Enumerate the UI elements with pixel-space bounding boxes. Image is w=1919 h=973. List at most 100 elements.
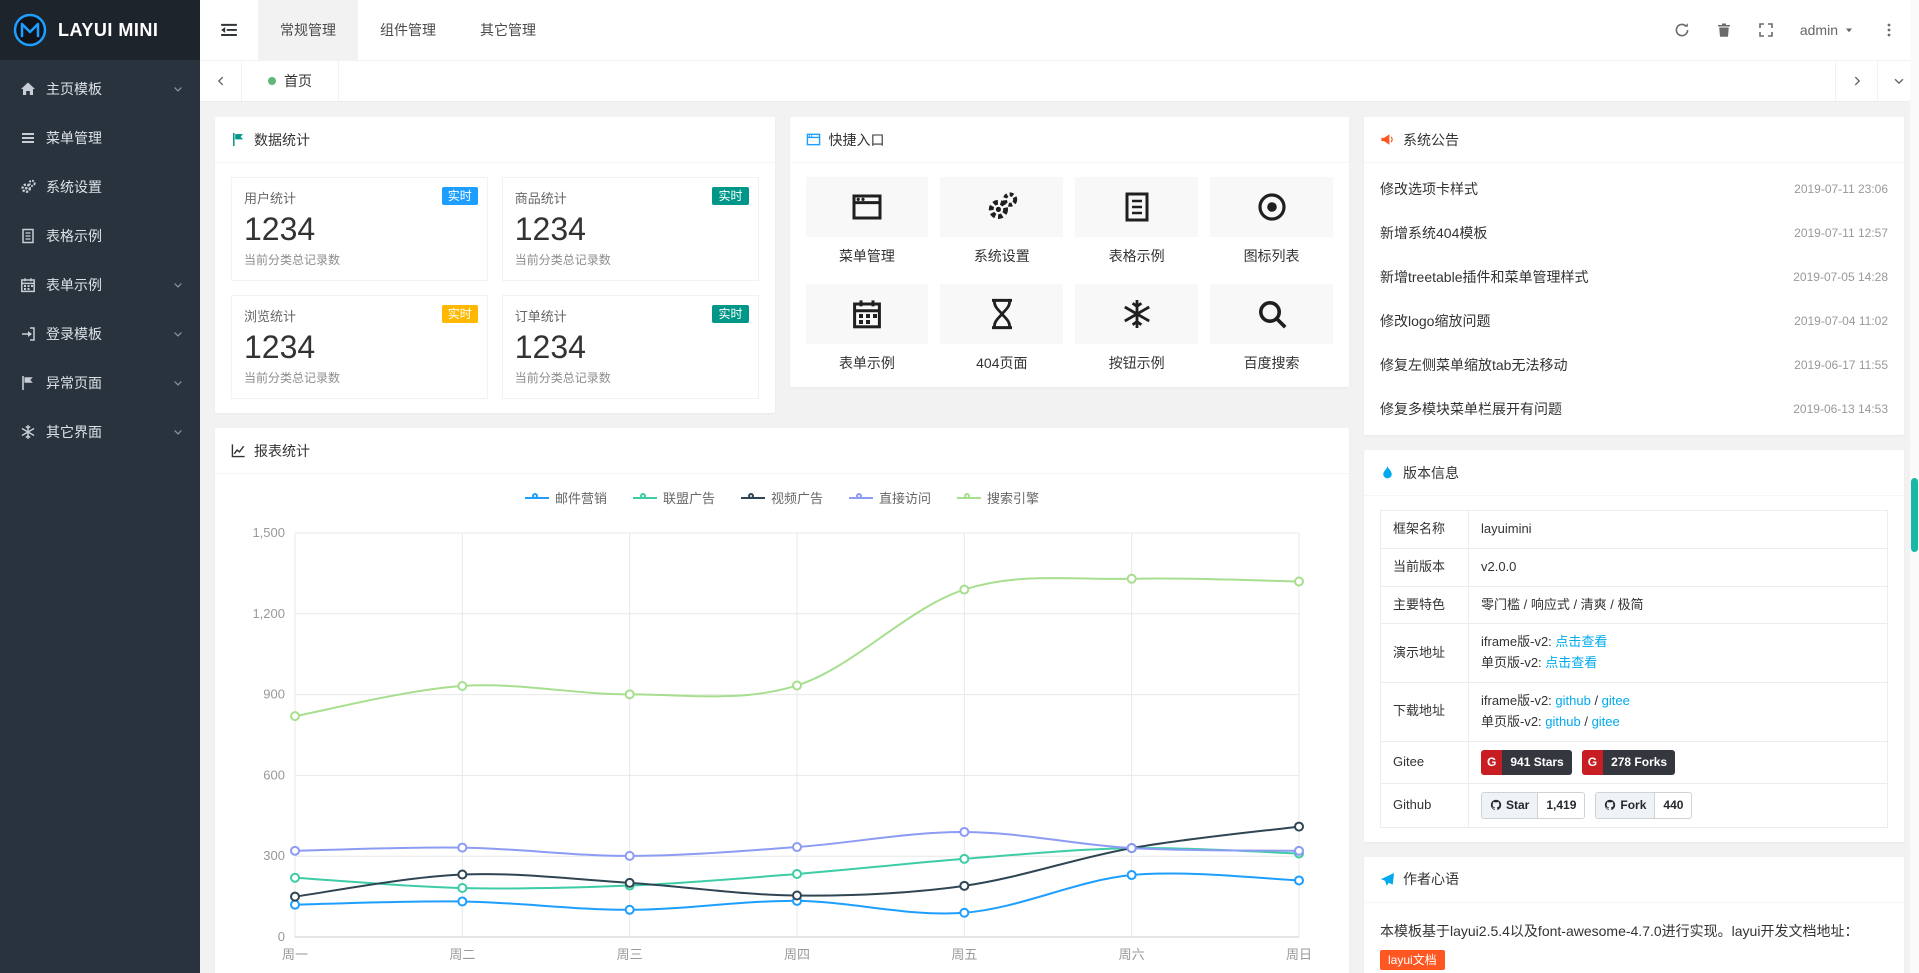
- github-badge[interactable]: Star1,419: [1481, 792, 1585, 819]
- tab-scroll-left-button[interactable]: [200, 61, 242, 101]
- version-link[interactable]: github: [1555, 693, 1590, 708]
- version-row-value: G941 Stars G278 Forks: [1469, 741, 1888, 783]
- sidebar-item[interactable]: 登录模板: [0, 309, 200, 358]
- tab-scroll-right-button[interactable]: [1835, 61, 1877, 101]
- svg-text:周二: 周二: [449, 947, 475, 962]
- quick-grid: 菜单管理系统设置表格示例图标列表表单示例404页面按钮示例百度搜索: [806, 177, 1334, 373]
- version-link[interactable]: gitee: [1592, 714, 1620, 729]
- version-row-value: iframe版-v2: 点击查看单页版-v2: 点击查看: [1469, 624, 1888, 683]
- fullscreen-icon[interactable]: [1758, 22, 1774, 38]
- announcement-date: 2019-07-11 23:06: [1794, 182, 1888, 196]
- stat-label: 订单统计: [515, 306, 746, 325]
- announcement-item[interactable]: 新增treetable插件和菜单管理样式2019-07-05 14:28: [1380, 255, 1888, 299]
- sidebar-item[interactable]: 系统设置: [0, 162, 200, 211]
- version-row-value: 零门槛 / 响应式 / 清爽 / 极简: [1469, 586, 1888, 624]
- header-tab[interactable]: 组件管理: [358, 0, 458, 60]
- stat-box: 用户统计实时1234当前分类总记录数: [231, 177, 488, 281]
- fire-icon: [1380, 465, 1395, 480]
- legend-item[interactable]: 联盟广告: [633, 488, 715, 507]
- logo[interactable]: LAYUI MINI: [0, 0, 200, 60]
- version-row-label: 当前版本: [1381, 548, 1469, 586]
- github-icon: [1490, 799, 1502, 811]
- quick-link[interactable]: 表格示例: [1075, 177, 1198, 266]
- report-card-header: 报表统计: [215, 428, 1349, 474]
- version-link[interactable]: github: [1545, 714, 1580, 729]
- announcement-item[interactable]: 修改logo缩放问题2019-07-04 11:02: [1380, 299, 1888, 343]
- sidebar-item[interactable]: 表单示例: [0, 260, 200, 309]
- sidebar-item[interactable]: 异常页面: [0, 358, 200, 407]
- menu-icon: [20, 130, 36, 146]
- quick-link[interactable]: 百度搜索: [1210, 284, 1333, 373]
- svg-text:周五: 周五: [951, 947, 977, 962]
- quick-link[interactable]: 菜单管理: [806, 177, 929, 266]
- header-tab[interactable]: 其它管理: [458, 0, 558, 60]
- announcement-date: 2019-06-13 14:53: [1793, 402, 1888, 416]
- sidebar-item[interactable]: 主页模板: [0, 64, 200, 113]
- announcement-item[interactable]: 修复多模块菜单栏展开有问题2019-06-13 14:53: [1380, 387, 1888, 431]
- stat-badge: 实时: [712, 305, 748, 323]
- legend-item[interactable]: 邮件营销: [525, 488, 607, 507]
- sidebar-item[interactable]: 其它界面: [0, 407, 200, 456]
- sidebar-menu: 主页模板菜单管理系统设置表格示例表单示例登录模板异常页面其它界面: [0, 60, 200, 456]
- quick-link[interactable]: 404页面: [940, 284, 1063, 373]
- refresh-icon[interactable]: [1674, 22, 1690, 38]
- app-root: LAYUI MINI 主页模板菜单管理系统设置表格示例表单示例登录模板异常页面其…: [0, 0, 1919, 973]
- bullhorn-icon: [1380, 132, 1395, 147]
- sidebar-item-label: 其它界面: [46, 422, 102, 442]
- sidebar-item-label: 表单示例: [46, 275, 102, 295]
- legend-item[interactable]: 视频广告: [741, 488, 823, 507]
- page-scrollbar[interactable]: [1910, 0, 1919, 973]
- scrollbar-thumb[interactable]: [1911, 478, 1918, 552]
- stats-card-header: 数据统计: [215, 117, 775, 163]
- quick-link[interactable]: 图标列表: [1210, 177, 1333, 266]
- more-menu-icon[interactable]: [1881, 22, 1897, 38]
- github-badge[interactable]: Fork440: [1595, 792, 1692, 819]
- chevron-down-icon: [172, 426, 184, 438]
- stat-box: 订单统计实时1234当前分类总记录数: [502, 295, 759, 399]
- quick-link[interactable]: 系统设置: [940, 177, 1063, 266]
- version-card-title: 版本信息: [1403, 463, 1459, 483]
- layui-doc-badge[interactable]: layui文档: [1380, 950, 1445, 970]
- version-row: 框架名称layuimini: [1381, 511, 1888, 549]
- svg-text:600: 600: [263, 767, 285, 782]
- page-tab-home[interactable]: 首页: [242, 61, 339, 101]
- chevron-down-icon: [172, 328, 184, 340]
- gitee-badge-text: 941 Stars: [1502, 750, 1571, 775]
- stat-desc: 当前分类总记录数: [244, 369, 475, 386]
- stat-box: 浏览统计实时1234当前分类总记录数: [231, 295, 488, 399]
- stat-label: 浏览统计: [244, 306, 475, 325]
- svg-text:周三: 周三: [617, 947, 643, 962]
- content-area: 数据统计 用户统计实时1234当前分类总记录数商品统计实时1234当前分类总记录…: [200, 102, 1919, 973]
- version-link[interactable]: 点击查看: [1555, 634, 1607, 649]
- version-row-value: layuimini: [1469, 511, 1888, 549]
- version-link[interactable]: gitee: [1602, 693, 1630, 708]
- announcement-date: 2019-06-17 11:55: [1794, 358, 1888, 372]
- user-dropdown[interactable]: admin: [1800, 22, 1855, 38]
- version-row-value: iframe版-v2: github / gitee单页版-v2: github…: [1469, 682, 1888, 741]
- quick-link[interactable]: 按钮示例: [1075, 284, 1198, 373]
- header-tab[interactable]: 常规管理: [258, 0, 358, 60]
- sidebar-item-label: 异常页面: [46, 373, 102, 393]
- sidebar-item[interactable]: 表格示例: [0, 211, 200, 260]
- announcement-item[interactable]: 修改选项卡样式2019-07-11 23:06: [1380, 167, 1888, 211]
- login-icon: [20, 326, 36, 342]
- announcement-item[interactable]: 修复左侧菜单缩放tab无法移动2019-06-17 11:55: [1380, 343, 1888, 387]
- gitee-badge[interactable]: G941 Stars: [1481, 750, 1572, 775]
- legend-item[interactable]: 搜索引擎: [957, 488, 1039, 507]
- sidebar-toggle-button[interactable]: [200, 0, 258, 60]
- topbar-actions: admin: [1674, 0, 1919, 60]
- announcement-item[interactable]: 新增系统404模板2019-07-11 12:57: [1380, 211, 1888, 255]
- sidebar-item[interactable]: 菜单管理: [0, 113, 200, 162]
- version-row: 当前版本v2.0.0: [1381, 548, 1888, 586]
- version-link[interactable]: 点击查看: [1545, 655, 1597, 670]
- legend-item[interactable]: 直接访问: [849, 488, 931, 507]
- clear-cache-icon[interactable]: [1716, 22, 1732, 38]
- legend-marker: [741, 493, 765, 503]
- gitee-badge[interactable]: G278 Forks: [1582, 750, 1675, 775]
- window-icon: [806, 177, 929, 237]
- legend-label: 搜索引擎: [987, 488, 1039, 507]
- calendar-icon: [20, 277, 36, 293]
- quick-link[interactable]: 表单示例: [806, 284, 929, 373]
- home-icon: [20, 81, 36, 97]
- stat-label: 用户统计: [244, 188, 475, 207]
